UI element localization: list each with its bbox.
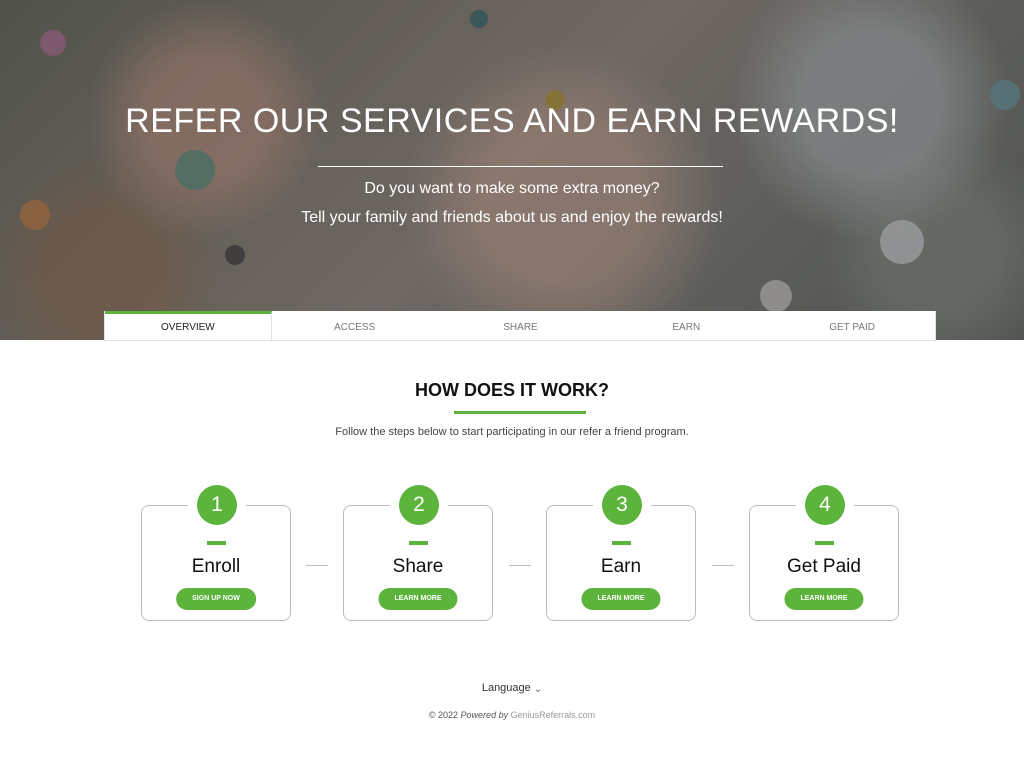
tab-get-paid[interactable]: GET PAID [769, 311, 935, 340]
share-learn-more-button[interactable]: LEARN MORE [378, 588, 458, 610]
tab-earn[interactable]: EARN [603, 311, 769, 340]
section-subtitle: Follow the steps below to start particip… [335, 426, 689, 438]
chevron-down-icon: ⌄ [533, 684, 543, 695]
language-label: Language [481, 682, 531, 694]
section-title-underline [454, 411, 586, 414]
step-card-get-paid: 4 Get Paid LEARN MORE [749, 485, 899, 621]
step-card-share: 2 Share LEARN MORE [343, 485, 493, 621]
tab-share[interactable]: SHARE [438, 311, 604, 340]
hero-title: REFER OUR SERVICES AND EARN REWARDS! [125, 102, 899, 140]
step-connector [509, 565, 531, 566]
copyright-text: © 2022 [428, 710, 459, 720]
step-title: Earn [600, 556, 642, 577]
section-title: HOW DOES IT WORK? [415, 380, 609, 400]
language-selector[interactable]: Language ⌄ [0, 682, 1024, 695]
step-divider [612, 541, 631, 545]
hero-banner: REFER OUR SERVICES AND EARN REWARDS! Do … [0, 0, 1024, 340]
sign-up-now-button[interactable]: SIGN UP NOW [176, 588, 256, 610]
powered-by-text: Powered by [460, 710, 509, 720]
step-connector [306, 565, 328, 566]
step-title: Get Paid [787, 556, 861, 577]
brand-link[interactable]: GeniusReferrals.com [511, 710, 596, 720]
hero-divider [318, 166, 723, 167]
earn-learn-more-button[interactable]: LEARN MORE [581, 588, 661, 610]
step-divider [815, 541, 834, 545]
copyright-footer: © 2022 Powered by GeniusReferrals.com [0, 710, 1024, 720]
step-divider [409, 541, 428, 545]
step-card-earn: 3 Earn LEARN MORE [546, 485, 696, 621]
get-paid-learn-more-button[interactable]: LEARN MORE [784, 588, 864, 610]
hero-subtitle-line2: Tell your family and friends about us an… [301, 209, 723, 226]
hero-overlay [0, 0, 1024, 340]
step-title: Enroll [191, 556, 241, 577]
tab-access[interactable]: ACCESS [272, 311, 438, 340]
hero-subtitle-line1: Do you want to make some extra money? [364, 180, 660, 197]
step-number-badge: 2 [399, 485, 439, 525]
step-number-badge: 1 [197, 485, 237, 525]
tab-overview[interactable]: OVERVIEW [105, 311, 272, 340]
step-number-badge: 4 [805, 485, 845, 525]
step-number-badge: 3 [602, 485, 642, 525]
step-divider [207, 541, 226, 545]
step-card-enroll: 1 Enroll SIGN UP NOW [141, 485, 291, 621]
step-connector [712, 565, 734, 566]
step-title: Share [392, 556, 444, 577]
program-tabs: OVERVIEW ACCESS SHARE EARN GET PAID [104, 311, 936, 341]
